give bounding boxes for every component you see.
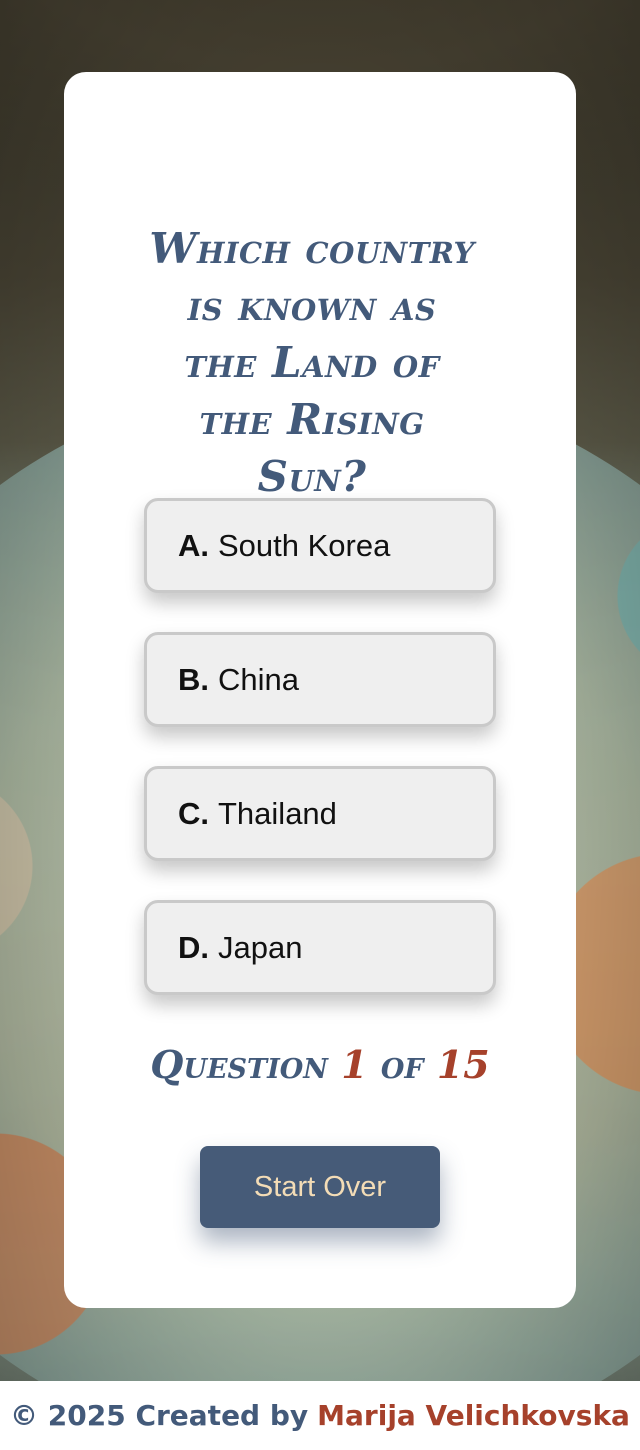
counter-current: 1 [341, 1042, 368, 1087]
question-counter: Question 1 of 15 [64, 1040, 576, 1090]
answer-option-b[interactable]: B. China [144, 632, 496, 727]
answer-list: A. South Korea B. China C. Thailand D. J… [144, 498, 496, 1034]
counter-separator: of [380, 1042, 424, 1087]
answer-label: South Korea [218, 527, 391, 563]
answer-option-a[interactable]: A. South Korea [144, 498, 496, 593]
answer-letter: C. [178, 795, 209, 831]
counter-total: 15 [436, 1042, 490, 1087]
answer-letter: B. [178, 661, 209, 697]
footer: © 2025 Created by Marija Velichkovska [0, 1381, 640, 1450]
answer-option-d[interactable]: D. Japan [144, 900, 496, 995]
footer-author: Marija Velichkovska [317, 1399, 630, 1432]
footer-copyright: © 2025 Created by [10, 1399, 309, 1432]
start-over-button[interactable]: Start Over [200, 1146, 440, 1228]
answer-letter: A. [178, 527, 209, 563]
answer-letter: D. [178, 929, 209, 965]
quiz-card: Which country is known as the Land of th… [64, 72, 576, 1308]
question-text: Which country is known as the Land of th… [149, 224, 475, 501]
answer-option-c[interactable]: C. Thailand [144, 766, 496, 861]
answer-label: Thailand [218, 795, 337, 831]
answer-label: China [218, 661, 299, 697]
answer-label: Japan [218, 929, 303, 965]
counter-prefix: Question [150, 1042, 328, 1087]
